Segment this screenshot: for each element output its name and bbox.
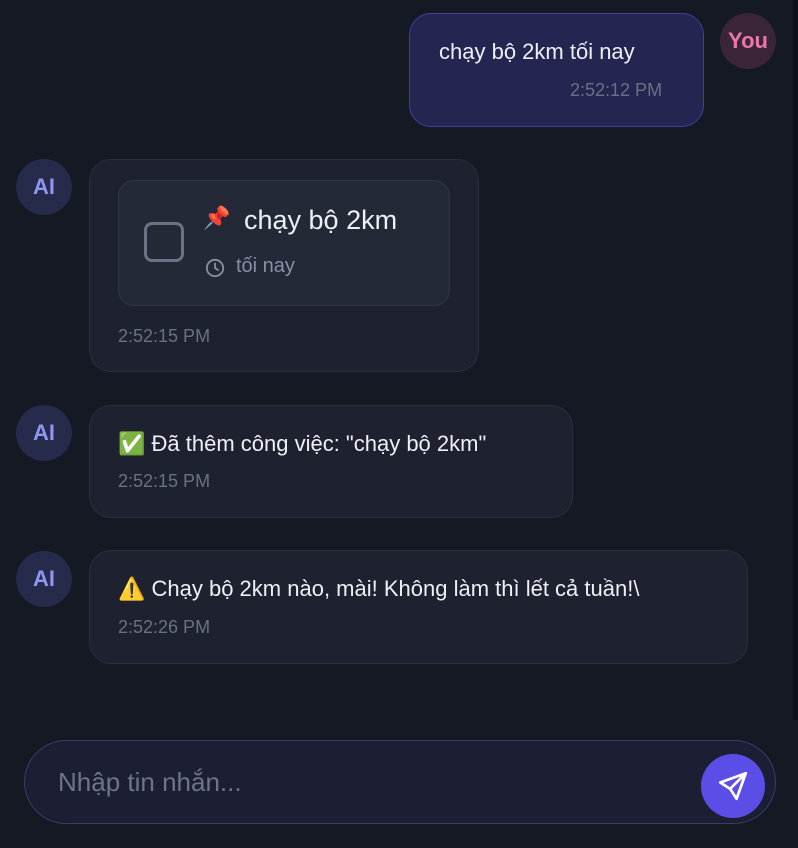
ai-avatar: AI	[16, 551, 72, 607]
ai-message-bubble: ⚠️ Chạy bộ 2km nào, mài! Không làm thì l…	[89, 550, 748, 664]
message-text: ⚠️ Chạy bộ 2km nào, mài! Không làm thì l…	[118, 576, 640, 601]
task-checkbox[interactable]	[144, 222, 184, 262]
message-time: 2:52:15 PM	[118, 326, 211, 346]
user-message-bubble: chạy bộ 2km tối nay 2:52:12 PM	[409, 13, 704, 127]
task-title: chạy bộ 2km	[244, 205, 398, 235]
task-card: 📌 chạy bộ 2km tối nay	[118, 180, 450, 306]
message-text: ✅ Đã thêm công việc: "chạy bộ 2km"	[118, 431, 487, 456]
message-text: chạy bộ 2km tối nay	[439, 39, 635, 64]
task-due: tối nay	[236, 255, 295, 277]
ai-task-message-bubble: 📌 chạy bộ 2km tối nay 2:52:15 PM	[89, 159, 479, 372]
user-avatar: You	[720, 13, 776, 69]
ai-avatar: AI	[16, 159, 72, 215]
send-icon	[718, 771, 748, 801]
clock-icon	[205, 258, 225, 278]
scrollbar-track[interactable]	[793, 0, 798, 720]
message-time: 2:52:26 PM	[118, 617, 211, 637]
message-composer	[24, 740, 776, 824]
ai-message-bubble: ✅ Đã thêm công việc: "chạy bộ 2km" 2:52:…	[89, 405, 573, 518]
ai-avatar: AI	[16, 405, 72, 461]
message-time: 2:52:15 PM	[118, 471, 211, 491]
pin-icon: 📌	[203, 205, 231, 230]
message-time: 2:52:12 PM	[570, 80, 663, 100]
send-button[interactable]	[701, 754, 765, 818]
message-input[interactable]	[58, 763, 678, 801]
chat-window: chạy bộ 2km tối nay 2:52:12 PM You AI 📌 …	[0, 0, 798, 848]
